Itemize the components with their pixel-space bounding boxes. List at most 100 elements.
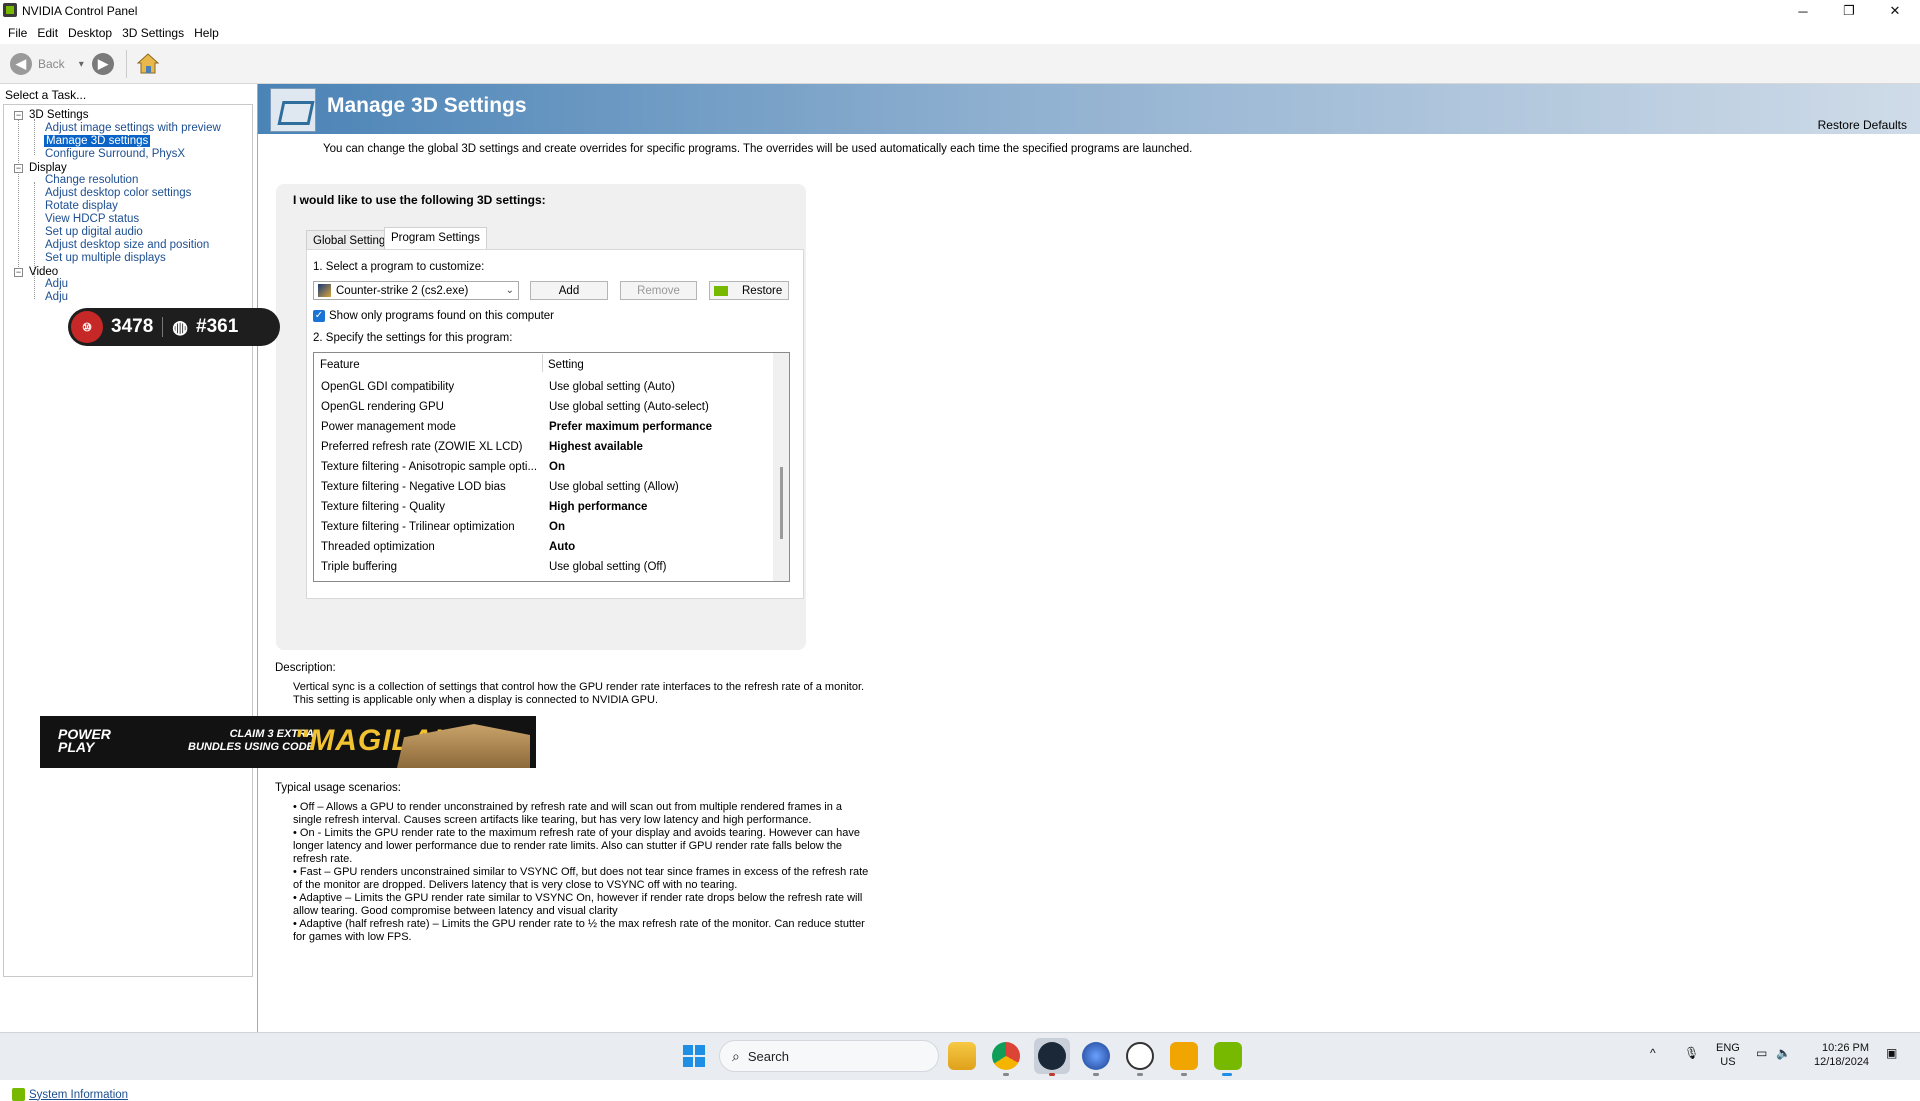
clock-time: 10:26 PM (1821, 1042, 1870, 1054)
task-tree[interactable]: − 3D Settings Adjust image settings with… (3, 104, 253, 977)
add-button[interactable]: Add (530, 281, 608, 300)
grid-row[interactable]: Power management mode Prefer maximum perf… (314, 418, 774, 438)
menu-desktop[interactable]: Desktop (64, 26, 116, 40)
grid-header-setting[interactable]: Setting (548, 359, 584, 371)
tree-item-change-resolution[interactable]: Change resolution (45, 174, 138, 186)
show-only-label[interactable]: Show only programs found on this compute… (329, 310, 554, 322)
grid-row[interactable]: OpenGL GDI compatibility Use global setti… (314, 378, 774, 398)
grid-setting-cell[interactable]: Prefer maximum performance (549, 421, 712, 433)
tab-program-settings[interactable]: Program Settings (384, 227, 487, 250)
taskbar-search[interactable]: ⌕ Search (719, 1040, 939, 1072)
tree-item-video-1[interactable]: Adju (45, 278, 68, 290)
grid-scrollbar-thumb[interactable] (780, 467, 783, 539)
menu-edit[interactable]: Edit (33, 26, 62, 40)
program-select[interactable]: Counter-strike 2 (cs2.exe) ⌄ (313, 281, 519, 300)
remove-button[interactable]: Remove (620, 281, 697, 300)
tree-item-hdcp-status[interactable]: View HDCP status (45, 213, 139, 225)
grid-row[interactable]: Texture filtering - Anisotropic sample o… (314, 458, 774, 478)
taskbar-search-placeholder: Search (747, 1048, 790, 1064)
file-explorer-icon[interactable] (948, 1042, 976, 1070)
notification-bell-icon[interactable]: ▣ (1886, 1046, 1897, 1060)
grid-setting-cell[interactable]: Use global setting (Auto) (549, 381, 675, 393)
tree-item-adjust-image-settings[interactable]: Adjust image settings with preview (45, 122, 221, 134)
grid-row[interactable]: OpenGL rendering GPU Use global setting (… (314, 398, 774, 418)
tree-item-configure-surround[interactable]: Configure Surround, PhysX (45, 148, 185, 160)
grid-row[interactable]: Threaded optimization Auto (314, 538, 774, 558)
grid-setting-cell[interactable]: Highest available (549, 441, 643, 453)
system-info-icon (12, 1088, 25, 1101)
step2-label: 2. Specify the settings for this program… (313, 332, 513, 344)
steam-icon[interactable] (1038, 1042, 1066, 1070)
tree-item-desktop-color[interactable]: Adjust desktop color settings (45, 187, 191, 199)
grid-setting-cell[interactable]: Use global setting (Auto-select) (549, 401, 709, 413)
nvidia-taskbar-icon[interactable] (1214, 1042, 1242, 1070)
network-icon[interactable]: ▭ (1756, 1046, 1767, 1060)
grid-row[interactable]: Texture filtering - Negative LOD bias Use… (314, 478, 774, 498)
task-pane-label: Select a Task... (5, 88, 87, 102)
grid-feature-cell: Texture filtering - Trilinear optimizati… (321, 521, 515, 533)
tree-category-display[interactable]: Display (29, 162, 67, 174)
usage-list: • Off – Allows a GPU to render unconstra… (293, 801, 871, 944)
column-divider[interactable] (542, 354, 543, 372)
menu-help[interactable]: Help (190, 26, 223, 40)
grid-header-feature[interactable]: Feature (320, 359, 360, 371)
grid-setting-cell[interactable]: On (549, 461, 565, 473)
home-button[interactable] (136, 52, 160, 76)
clock-date: 12/18/2024 (1814, 1056, 1870, 1068)
system-information-link[interactable]: System Information (29, 1089, 128, 1101)
faceit-icon[interactable] (1170, 1042, 1198, 1070)
usage-item-on: • On - Limits the GPU render rate to the… (293, 827, 860, 865)
grid-setting-cell[interactable]: Auto (549, 541, 575, 553)
grid-setting-cell[interactable]: High performance (549, 501, 647, 513)
system-information[interactable]: System Information (12, 1088, 128, 1101)
clock[interactable]: 10:26 PM 12/18/2024 (1814, 1041, 1869, 1069)
grid-row[interactable]: Preferred refresh rate (ZOWIE XL LCD) Hig… (314, 438, 774, 458)
grid-row[interactable]: Triple buffering Use global setting (Off) (314, 558, 774, 578)
close-button[interactable]: ✕ (1872, 0, 1918, 22)
tree-item-rotate-display[interactable]: Rotate display (45, 200, 118, 212)
grid-row[interactable]: Texture filtering - Quality High performa… (314, 498, 774, 518)
maximize-button[interactable]: ❐ (1826, 0, 1872, 22)
tree-category-video[interactable]: Video (29, 266, 58, 278)
grid-feature-cell: Triple buffering (321, 561, 398, 573)
back-dropdown-icon[interactable]: ▾ (79, 59, 84, 70)
grid-feature-cell: Power management mode (321, 421, 456, 433)
tree-connector (34, 182, 35, 274)
language-indicator[interactable]: ENG US (1716, 1041, 1740, 1069)
grid-setting-cell[interactable]: Use global setting (Allow) (549, 481, 679, 493)
discord-like-icon[interactable] (1082, 1042, 1110, 1070)
ad-banner[interactable]: POWER PLAY CLAIM 3 EXTRA BUNDLES USING C… (40, 716, 536, 768)
forward-button[interactable]: ▶ (92, 53, 114, 75)
home-icon (136, 53, 160, 74)
menu-3d-settings[interactable]: 3D Settings (118, 26, 188, 40)
grid-row[interactable]: Texture filtering - Trilinear optimizati… (314, 518, 774, 538)
collapse-3d-settings-icon[interactable]: − (14, 111, 23, 120)
tree-item-desktop-size[interactable]: Adjust desktop size and position (45, 239, 209, 251)
windows-start-icon[interactable] (683, 1045, 705, 1067)
grid-feature-cell: OpenGL rendering GPU (321, 401, 444, 413)
minimize-button[interactable]: ─ (1780, 0, 1826, 22)
menu-file[interactable]: File (4, 26, 31, 40)
tray-overflow-chevron-icon[interactable]: ^ (1650, 1046, 1656, 1060)
restore-button[interactable]: Restore (709, 281, 789, 300)
restore-defaults-link[interactable]: Restore Defaults (1818, 118, 1907, 132)
tree-category-3d-settings[interactable]: 3D Settings (29, 109, 88, 121)
grid-setting-cell[interactable]: On (549, 521, 565, 533)
collapse-display-icon[interactable]: − (14, 164, 23, 173)
tree-item-digital-audio[interactable]: Set up digital audio (45, 226, 143, 238)
collapse-video-icon[interactable]: − (14, 268, 23, 277)
microphone-icon[interactable]: 🎙 (1684, 1046, 1699, 1060)
tree-item-video-2[interactable]: Adju (45, 291, 68, 303)
grid-setting-cell[interactable]: Use global setting (Off) (549, 561, 666, 573)
cs2-icon[interactable] (1126, 1042, 1154, 1070)
tree-item-manage-3d-settings[interactable]: Manage 3D settings (44, 135, 151, 147)
settings-grid[interactable]: Feature Setting OpenGL GDI compatibility… (313, 352, 790, 582)
running-indicator (1222, 1073, 1232, 1076)
task-pane: Select a Task... − 3D Settings Adjust im… (0, 84, 258, 1101)
tree-item-multiple-displays[interactable]: Set up multiple displays (45, 252, 166, 264)
volume-icon[interactable]: 🔈 (1776, 1046, 1791, 1060)
power-play-logo: POWER PLAY (58, 727, 111, 754)
show-only-checkbox[interactable]: ✓ (313, 310, 325, 322)
back-button[interactable]: ◀ Back ▾ (10, 53, 84, 75)
chrome-icon[interactable] (992, 1042, 1020, 1070)
